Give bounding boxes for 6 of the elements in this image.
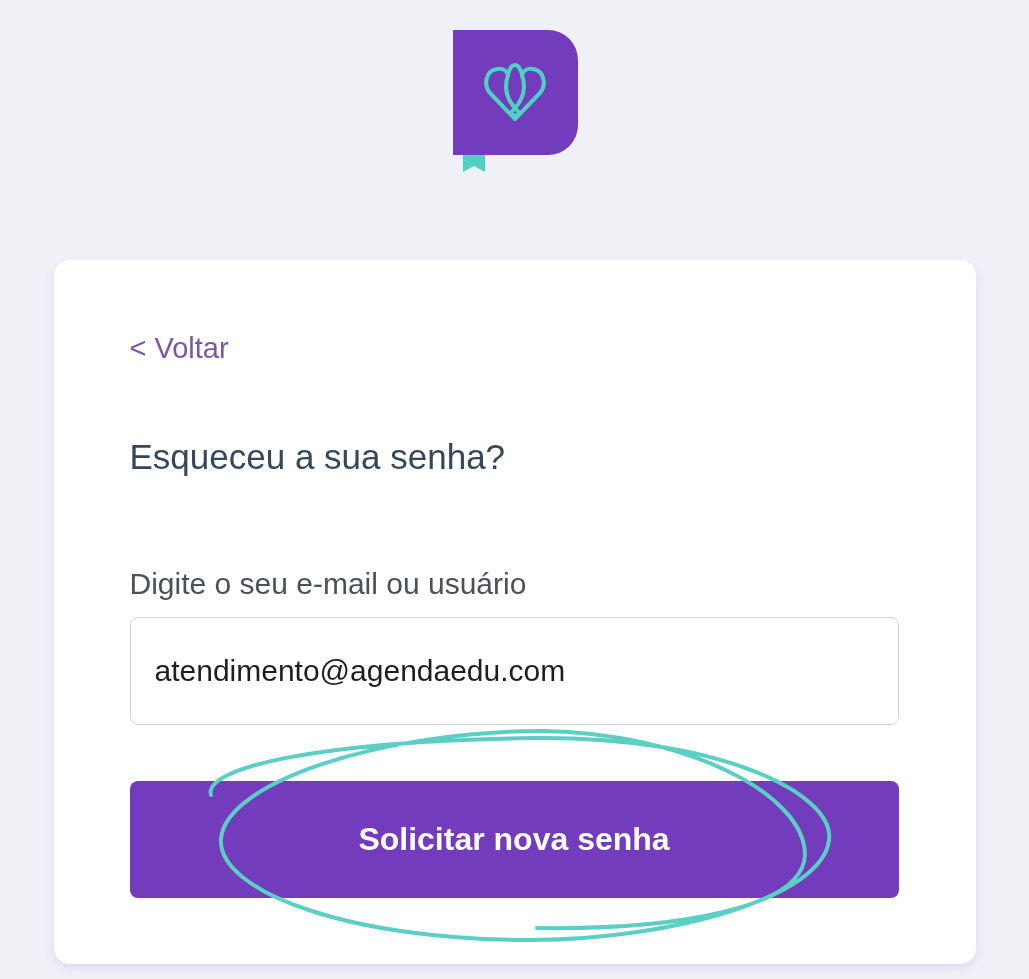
page-title: Esqueceu a sua senha? [129, 436, 506, 478]
book-logo-icon [453, 30, 578, 172]
email-input[interactable]: atendimento@agendaedu.com [129, 617, 899, 725]
submit-button[interactable]: Solicitar nova senha [129, 781, 899, 898]
back-link[interactable]: < Voltar [129, 332, 229, 364]
field-label: Digite o seu e-mail ou usuário [129, 566, 527, 602]
